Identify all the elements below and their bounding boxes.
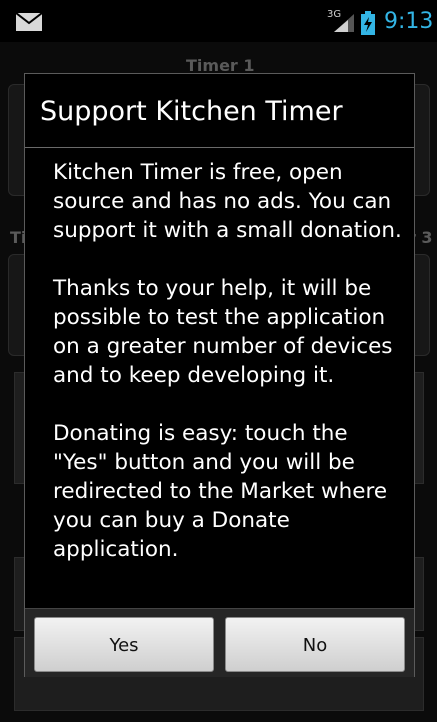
dialog-message: Kitchen Timer is free, open source and h… (53, 158, 403, 593)
message-paragraph-2: Thanks to your help, it will be possible… (53, 276, 393, 388)
battery-icon (361, 11, 375, 35)
yes-button[interactable]: Yes (34, 617, 214, 672)
message-paragraph-3: Donating is easy: touch the "Yes" button… (53, 421, 388, 562)
signal-icon (334, 14, 354, 32)
no-button[interactable]: No (225, 617, 405, 672)
mail-icon (16, 13, 42, 31)
message-paragraph-1: Kitchen Timer is free, open source and h… (53, 160, 402, 243)
status-bar: 3G 9:13 (0, 0, 437, 42)
clock: 9:13 (384, 9, 434, 34)
support-dialog: Support Kitchen Timer Kitchen Timer is f… (24, 73, 415, 677)
dialog-button-bar: Yes No (25, 608, 414, 677)
dialog-title: Support Kitchen Timer (40, 96, 343, 127)
title-divider (25, 147, 414, 148)
